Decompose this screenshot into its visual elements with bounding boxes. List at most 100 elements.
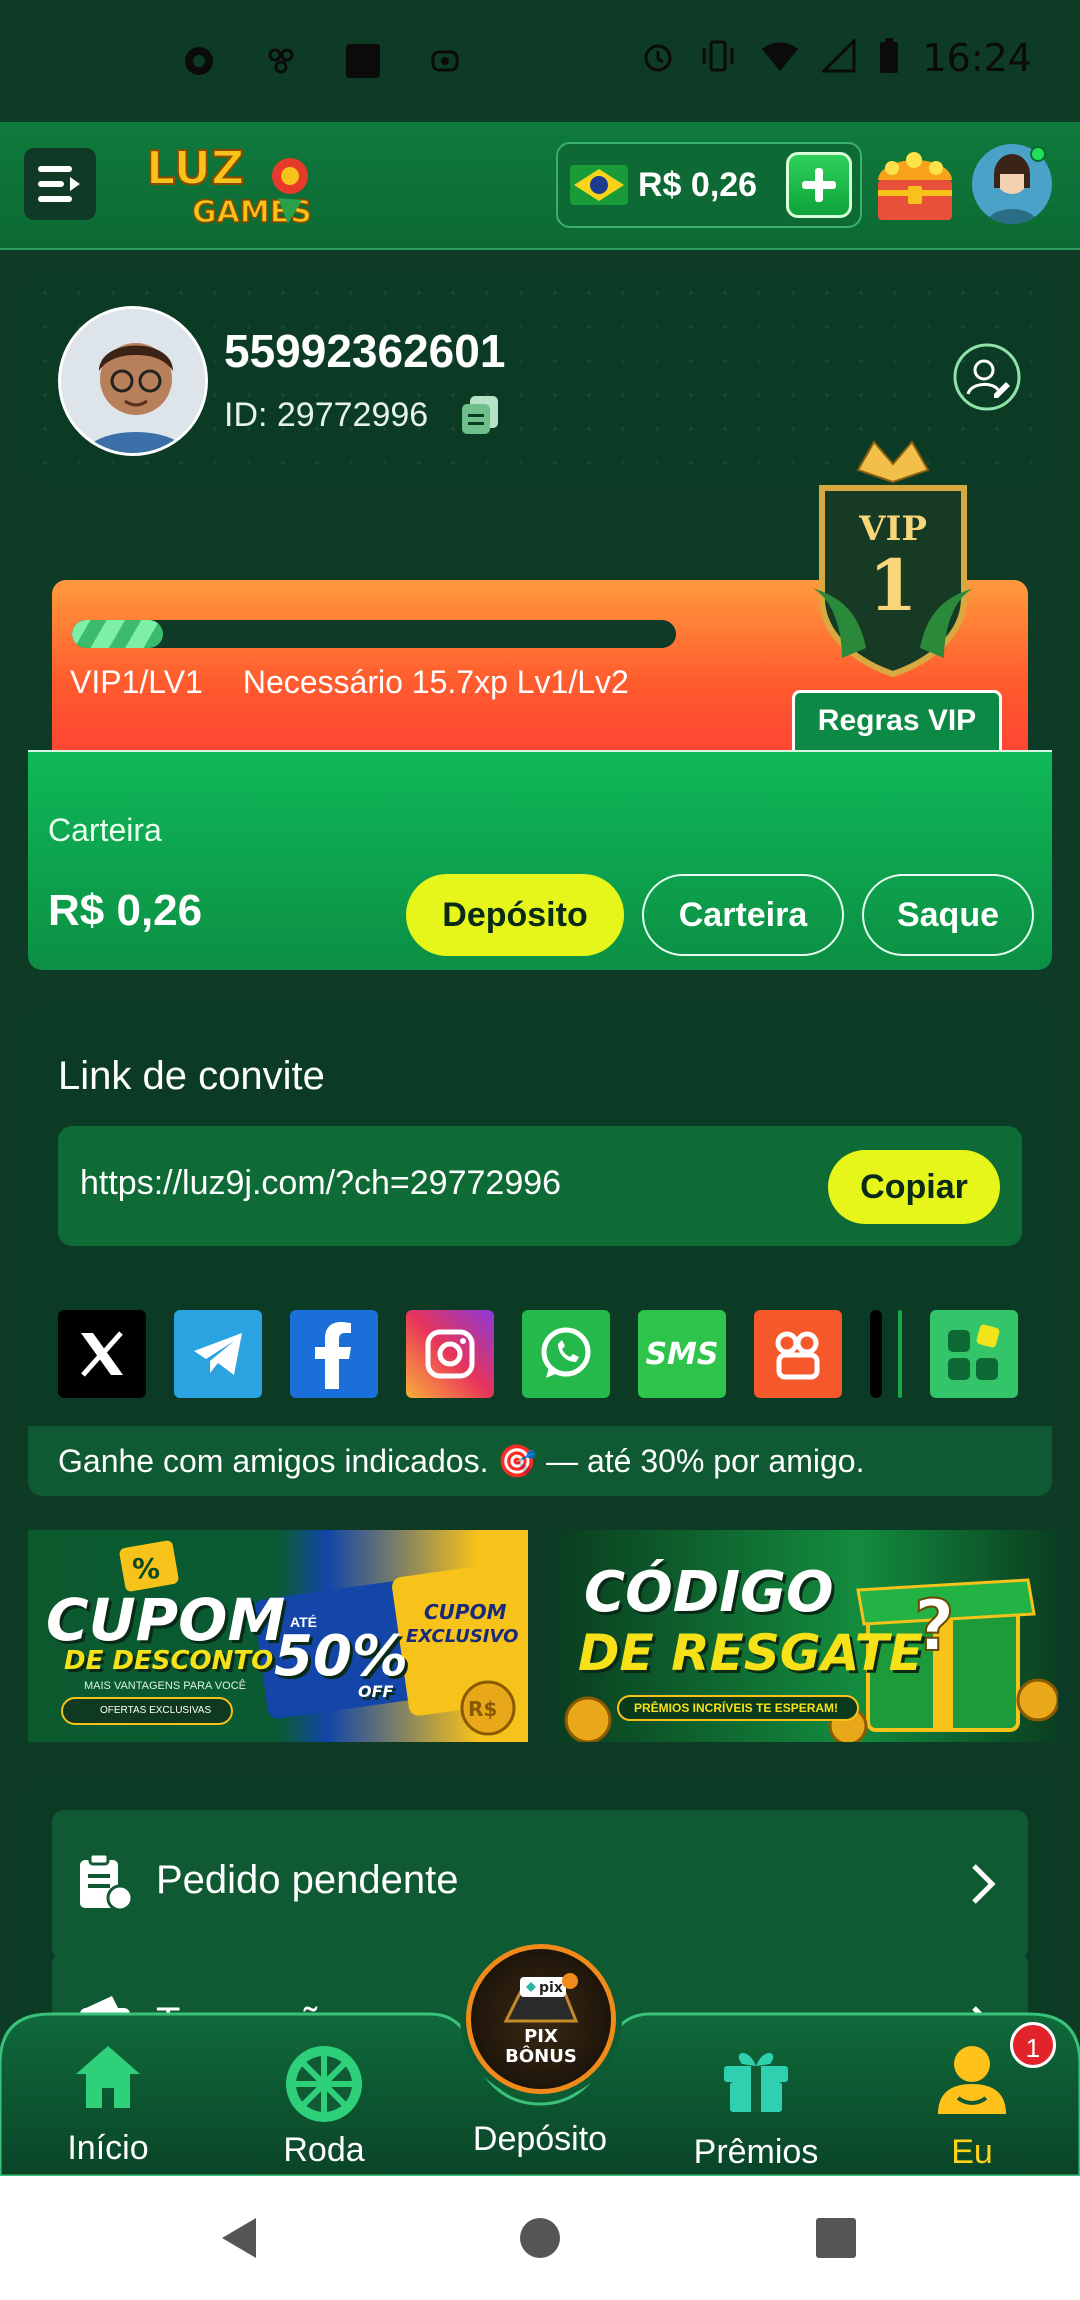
- copy-id-icon[interactable]: [460, 394, 500, 436]
- record-icon: [426, 42, 464, 80]
- whatsapp-icon[interactable]: [522, 1310, 610, 1398]
- pix-bonus-icon: pix: [503, 1973, 579, 2023]
- facebook-icon[interactable]: [290, 1310, 378, 1398]
- menu-icon: [38, 166, 80, 202]
- pending-orders-label: Pedido pendente: [156, 1858, 459, 1902]
- bottom-navigation: Início Roda pix PIX BÔNUS Depósito Prêmi…: [0, 1944, 1080, 2176]
- coupon-percent: 50%: [274, 1624, 409, 1689]
- more-apps-icon[interactable]: [930, 1310, 1018, 1398]
- luz-games-logo[interactable]: LUZ GAMES: [140, 136, 320, 236]
- pending-orders-row[interactable]: Pedido pendente: [52, 1810, 1028, 1960]
- header-balance: R$ 0,26: [638, 165, 758, 204]
- vip-rules-button[interactable]: Regras VIP: [792, 690, 1002, 750]
- wallet-button[interactable]: Carteira: [642, 874, 844, 956]
- user-icon: [938, 2046, 1006, 2114]
- vip-progress-fill: [72, 620, 163, 648]
- edit-profile-icon: [953, 343, 1021, 411]
- clock-time: 16:24: [922, 36, 1032, 80]
- svg-text:LUZ: LUZ: [146, 141, 244, 195]
- edit-profile-button[interactable]: [952, 342, 1022, 412]
- user-id: ID: 29772996: [224, 396, 429, 434]
- signal-icon: [820, 36, 856, 78]
- coupon-title-1: CUPOM: [46, 1586, 286, 1654]
- square-notification-icon: [344, 42, 382, 80]
- coupon-small-text: OFERTAS EXCLUSIVAS: [100, 1705, 212, 1716]
- menu-button[interactable]: [24, 148, 96, 220]
- home-icon: [76, 2046, 140, 2108]
- balance-display[interactable]: R$ 0,26: [556, 142, 862, 228]
- svg-text:R$: R$: [468, 1697, 497, 1721]
- notification-icon: [180, 42, 218, 80]
- nav-me-label: Eu: [951, 2133, 993, 2171]
- notification-badge: 1: [1010, 2022, 1056, 2068]
- vip-progress-bar: [72, 620, 676, 648]
- withdraw-button[interactable]: Saque: [862, 874, 1034, 956]
- back-icon[interactable]: [216, 2214, 264, 2262]
- x-icon[interactable]: [58, 1310, 146, 1398]
- invite-card: Link de convite https://luz9j.com/?ch=29…: [28, 1006, 1052, 1496]
- copy-link-button[interactable]: Copiar: [828, 1150, 1000, 1224]
- wallet-label: Carteira: [48, 812, 162, 848]
- nav-prizes[interactable]: Prêmios: [676, 2042, 836, 2172]
- app-header: LUZ GAMES R$ 0,26: [0, 122, 1080, 250]
- alarm-icon: [640, 38, 676, 79]
- pix-text: pix: [539, 1980, 563, 1996]
- app-icon: [262, 42, 300, 80]
- brazil-flag-icon: [570, 165, 628, 205]
- pix-bonus-button[interactable]: pix PIX BÔNUS: [466, 1944, 616, 2094]
- recents-icon[interactable]: [814, 2216, 858, 2260]
- coupon-title-2: DE DESCONTO: [64, 1646, 274, 1676]
- status-bar: 16:24: [0, 0, 1080, 122]
- coupon-tag-1: CUPOM: [424, 1600, 507, 1624]
- user-avatar[interactable]: [58, 306, 208, 456]
- battery-icon: [878, 37, 900, 80]
- instagram-icon[interactable]: [406, 1310, 494, 1398]
- discount-coupon-banner[interactable]: % R$ CUPOM DE DESCONTO MAIS VANTAGENS PA…: [28, 1530, 528, 1742]
- nav-home-label: Início: [67, 2129, 149, 2167]
- sms-icon[interactable]: SMS: [638, 1310, 726, 1398]
- svg-text:%: %: [132, 1552, 160, 1585]
- vip-badge-level: 1: [869, 544, 918, 627]
- invite-title: Link de convite: [58, 1054, 325, 1098]
- nav-home[interactable]: Início: [28, 2042, 188, 2168]
- coupon-off: OFF: [358, 1682, 394, 1701]
- nav-deposit[interactable]: Depósito: [460, 2120, 620, 2159]
- vip-badge-label: VIP: [858, 509, 927, 549]
- nav-wheel[interactable]: Roda: [244, 2042, 404, 2170]
- redeem-code-banner[interactable]: ? CÓDIGO DE RESGATE PRÊMIOS INCRÍVEIS TE…: [558, 1530, 1058, 1742]
- wheel-icon: [286, 2046, 362, 2122]
- home-button-icon[interactable]: [518, 2216, 562, 2260]
- share-row: SMS: [58, 1310, 1018, 1398]
- invite-link[interactable]: https://luz9j.com/?ch=29772996: [80, 1164, 561, 1203]
- wifi-icon: [760, 39, 800, 78]
- chevron-right-icon: [972, 1864, 996, 1904]
- deposit-button[interactable]: Depósito: [406, 874, 624, 956]
- vip-shield-badge: VIP 1: [808, 428, 978, 678]
- invite-link-box: https://luz9j.com/?ch=29772996 Copiar: [58, 1126, 1022, 1246]
- treasure-chest-icon[interactable]: [872, 144, 958, 230]
- sms-label: SMS: [645, 1336, 719, 1372]
- tiktok-icon[interactable]: [870, 1310, 882, 1398]
- divider: [898, 1310, 902, 1398]
- vip-requirement-text: Necessário 15.7xp Lv1/Lv2: [242, 664, 629, 700]
- vibrate-icon: [698, 38, 738, 79]
- nav-deposit-label: Depósito: [472, 2120, 608, 2158]
- coupon-subtitle: MAIS VANTAGENS PARA VOCÊ: [84, 1680, 246, 1692]
- vip-level-text: VIP1/LV1: [70, 664, 203, 700]
- online-indicator: [1030, 146, 1046, 162]
- pix-bonus-label: PIX BÔNUS: [505, 2026, 577, 2067]
- plus-icon: [802, 168, 836, 202]
- coupon-tag-2: EXCLUSIVO: [406, 1626, 519, 1647]
- redeem-title-2: DE RESGATE: [578, 1624, 923, 1682]
- kwai-icon[interactable]: [754, 1310, 842, 1398]
- add-funds-button[interactable]: [786, 152, 852, 218]
- gift-icon: [724, 2052, 788, 2112]
- nav-prizes-label: Prêmios: [693, 2133, 819, 2171]
- telegram-icon[interactable]: [174, 1310, 262, 1398]
- wallet-card: Carteira R$ 0,26 Depósito Carteira Saque: [28, 750, 1052, 970]
- receipt-icon: [80, 1852, 134, 1912]
- system-navigation-bar: [0, 2176, 1080, 2300]
- username: 55992362601: [224, 325, 506, 377]
- redeem-subtitle: PRÊMIOS INCRÍVEIS TE ESPERAM!: [634, 1701, 839, 1715]
- nav-wheel-label: Roda: [283, 2131, 365, 2169]
